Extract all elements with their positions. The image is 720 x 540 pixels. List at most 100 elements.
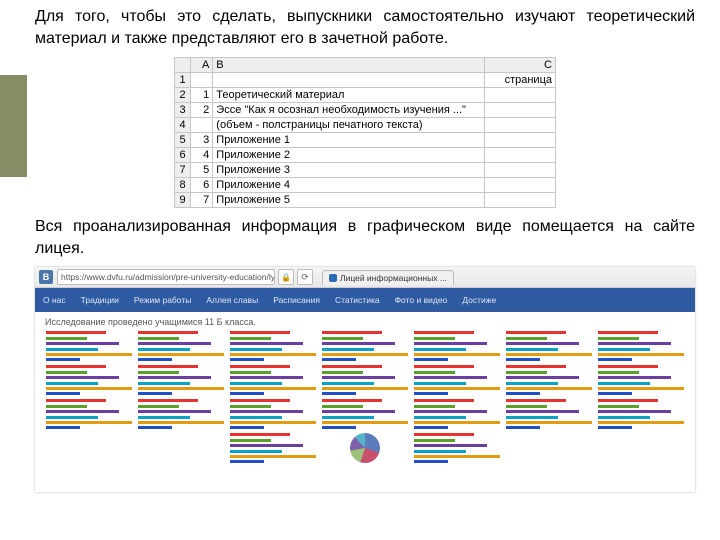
- paragraph-2: Вся проанализированная информация в граф…: [35, 216, 695, 259]
- site-nav-bar: О нас Традиции Режим работы Аллея славы Расп…: [35, 288, 695, 312]
- cell-b: Приложение 1: [213, 133, 485, 148]
- cell-a: [191, 118, 213, 133]
- browser-tab[interactable]: Лицей информационных ...: [322, 270, 454, 285]
- table-row: 4(объем - полстраницы печатного текста): [175, 118, 556, 133]
- table-row: 86Приложение 4: [175, 178, 556, 193]
- mini-bar-chart: [138, 399, 224, 429]
- mini-bar-chart: [230, 433, 316, 463]
- cell-b: Приложение 5: [213, 193, 485, 208]
- slide-content: Для того, чтобы это сделать, выпускники …: [35, 6, 695, 492]
- cell-a: 5: [191, 163, 213, 178]
- cell-c: [485, 178, 556, 193]
- table-row: 32Эссе "Как я осознал необходимость изуч…: [175, 103, 556, 118]
- corner-cell: [175, 58, 191, 73]
- lock-icon: 🔒: [278, 269, 294, 285]
- mini-bar-chart: [506, 331, 592, 361]
- cell-c: [485, 133, 556, 148]
- chart-row: [45, 331, 685, 361]
- mini-bar-chart: [414, 399, 500, 429]
- mini-pie-chart: [322, 433, 408, 463]
- paragraph-1: Для того, чтобы это сделать, выпускники …: [35, 6, 695, 49]
- mini-bar-chart: [598, 365, 684, 395]
- mini-bar-chart: [322, 365, 408, 395]
- cell-c: [485, 163, 556, 178]
- side-accent-bar: [0, 75, 27, 177]
- row-number: 2: [175, 88, 191, 103]
- cell-a: 4: [191, 148, 213, 163]
- cell-c: [485, 193, 556, 208]
- cell-a: 1: [191, 88, 213, 103]
- mini-bar-chart: [230, 365, 316, 395]
- cell-c: [485, 148, 556, 163]
- chart-row: [45, 365, 685, 395]
- table-row: 53Приложение 1: [175, 133, 556, 148]
- spreadsheet-table: A B C 1страница21Теоретический материал3…: [174, 57, 556, 208]
- mini-bar-chart: [46, 399, 132, 429]
- mini-bar-chart: [414, 331, 500, 361]
- row-number: 1: [175, 73, 191, 88]
- favicon-icon: [329, 274, 337, 282]
- mini-bar-chart: [230, 399, 316, 429]
- mini-bar-chart: [414, 433, 500, 463]
- row-number: 7: [175, 163, 191, 178]
- nav-item[interactable]: Статистика: [335, 295, 380, 305]
- nav-item[interactable]: Режим работы: [134, 295, 191, 305]
- mini-bar-chart: [230, 331, 316, 361]
- col-header-row: A B C: [175, 58, 556, 73]
- mini-bar-chart: [414, 365, 500, 395]
- col-B: B: [213, 58, 485, 73]
- col-A: A: [191, 58, 213, 73]
- row-number: 3: [175, 103, 191, 118]
- cell-c: [485, 118, 556, 133]
- cell-a: 7: [191, 193, 213, 208]
- tab-title: Лицей информационных ...: [340, 273, 447, 283]
- table-row: 97Приложение 5: [175, 193, 556, 208]
- nav-item[interactable]: Традиции: [81, 295, 119, 305]
- cell-c: [485, 103, 556, 118]
- cell-b: Приложение 2: [213, 148, 485, 163]
- mini-bar-chart: [322, 331, 408, 361]
- cell-c: [485, 88, 556, 103]
- cell-c: страница: [485, 73, 556, 88]
- url-field[interactable]: https://www.dvfu.ru/admission/pre-univer…: [57, 269, 275, 285]
- row-number: 9: [175, 193, 191, 208]
- table-row: 1 страница: [175, 73, 556, 88]
- mini-bar-chart: [322, 399, 408, 429]
- row-number: 5: [175, 133, 191, 148]
- browser-screenshot: B https://www.dvfu.ru/admission/pre-univ…: [35, 267, 695, 492]
- cell-b: Приложение 3: [213, 163, 485, 178]
- cell-a: 3: [191, 133, 213, 148]
- spreadsheet-figure: A B C 1страница21Теоретический материал3…: [174, 57, 556, 208]
- mini-bar-chart: [46, 331, 132, 361]
- row-number: 8: [175, 178, 191, 193]
- chart-row: [45, 399, 685, 429]
- mini-bar-chart: [46, 365, 132, 395]
- browser-address-bar: B https://www.dvfu.ru/admission/pre-univ…: [35, 267, 695, 288]
- nav-item[interactable]: Расписания: [273, 295, 320, 305]
- table-row: 64Приложение 2: [175, 148, 556, 163]
- cell-b: Теоретический материал: [213, 88, 485, 103]
- nav-item[interactable]: Аллея славы: [206, 295, 258, 305]
- charts-grid: [35, 329, 695, 467]
- mini-bar-chart: [138, 331, 224, 361]
- table-row: 75Приложение 3: [175, 163, 556, 178]
- mini-bar-chart: [138, 365, 224, 395]
- mini-bar-chart: [506, 365, 592, 395]
- row-number: 6: [175, 148, 191, 163]
- cell-a: 6: [191, 178, 213, 193]
- reload-icon[interactable]: ⟳: [297, 269, 313, 285]
- nav-item[interactable]: Фото и видео: [395, 295, 448, 305]
- nav-item[interactable]: О нас: [43, 295, 66, 305]
- nav-item[interactable]: Достиже: [462, 295, 496, 305]
- chart-row: [45, 433, 685, 463]
- cell-a: [191, 73, 213, 88]
- pie-icon: [350, 433, 380, 463]
- mini-bar-chart: [598, 399, 684, 429]
- cell-a: 2: [191, 103, 213, 118]
- cell-b: Приложение 4: [213, 178, 485, 193]
- col-C: C: [485, 58, 556, 73]
- cell-b: Эссе "Как я осознал необходимость изучен…: [213, 103, 485, 118]
- mini-bar-chart: [598, 331, 684, 361]
- cell-b: [213, 73, 485, 88]
- cell-b: (объем - полстраницы печатного текста): [213, 118, 485, 133]
